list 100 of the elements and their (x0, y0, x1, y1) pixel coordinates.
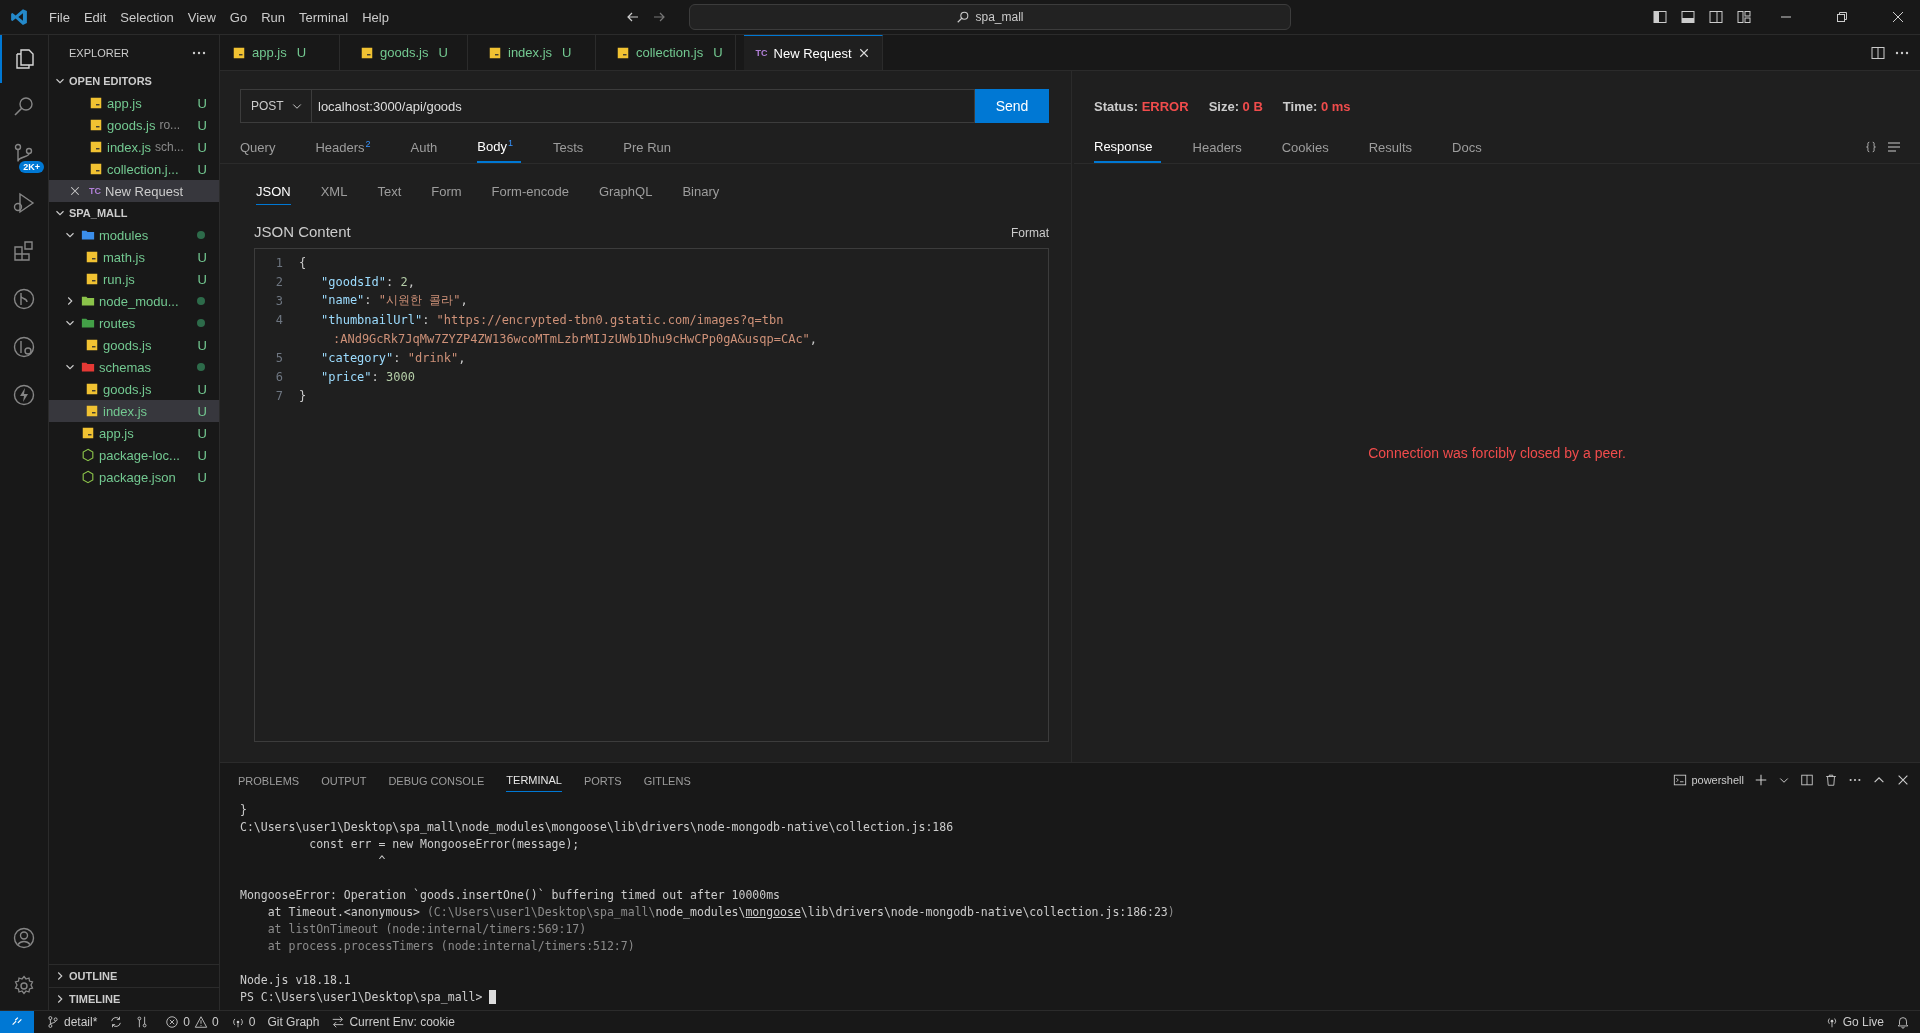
editor-tab[interactable]: collection.js U (604, 35, 736, 70)
menu-item[interactable]: Terminal (292, 9, 356, 25)
layout-icon[interactable] (1736, 9, 1752, 25)
response-tab[interactable]: Response (1094, 131, 1161, 163)
body-type-tab[interactable]: Binary (682, 184, 720, 205)
open-editor-item[interactable]: collection.j... U (49, 158, 219, 180)
branch-status[interactable]: detail* (46, 1015, 98, 1029)
file-name: routes (99, 315, 136, 331)
body-type-tab[interactable]: GraphQL (598, 184, 653, 205)
close-icon[interactable] (1890, 9, 1906, 25)
url-field[interactable]: localhost:3000/api/goods (312, 89, 975, 123)
tree-item[interactable]: math.js U (49, 246, 219, 268)
tree-item[interactable]: package-loc... U (49, 444, 219, 466)
open-editor-item[interactable]: goods.js ro... U (49, 114, 219, 136)
file-name: collection.j... (107, 161, 179, 177)
js-file-icon (85, 382, 99, 396)
panel-tab[interactable]: DEBUG CONSOLE (388, 768, 485, 792)
sidebar-toggle-icon[interactable] (1652, 9, 1668, 25)
git-graph-status[interactable]: Git Graph (267, 1015, 320, 1029)
restore-icon[interactable] (1834, 9, 1850, 25)
close-icon[interactable] (69, 185, 81, 197)
tree-item[interactable]: modules (49, 224, 219, 246)
problems-status[interactable]: 0 0 (165, 1015, 219, 1029)
request-tab[interactable]: Body$^{1}$ (477, 130, 521, 164)
wrap-lines-icon[interactable] (1886, 139, 1902, 155)
close-icon[interactable] (1896, 773, 1910, 787)
request-tab[interactable]: Auth (410, 132, 446, 162)
request-icon: TC (755, 48, 768, 58)
secondary-sidebar-icon[interactable] (1708, 9, 1724, 25)
close-icon[interactable] (857, 47, 870, 59)
tree-item[interactable]: goods.js U (49, 334, 219, 356)
panel-toggle-icon[interactable] (1680, 9, 1696, 25)
file-name: New Request (105, 183, 184, 199)
menu-item[interactable]: Edit (76, 9, 114, 25)
tree-item[interactable]: app.js U (49, 422, 219, 444)
request-tab[interactable]: Pre Run (623, 132, 679, 162)
editor-tab[interactable]: TC New Request (743, 35, 883, 70)
menu-item[interactable]: View (180, 9, 223, 25)
tree-item[interactable]: routes (49, 312, 219, 334)
panel-tab[interactable]: GITLENS (643, 768, 691, 792)
response-tab[interactable]: Cookies (1281, 132, 1337, 162)
environment-status[interactable]: Current Env: cookie (331, 1015, 455, 1029)
tree-item[interactable]: node_modu... (49, 290, 219, 312)
tree-item[interactable]: goods.js U (49, 378, 219, 400)
editor-tab[interactable]: goods.js U (348, 35, 468, 70)
body-type-tab[interactable]: Form (431, 184, 462, 205)
method-dropdown[interactable]: POST (240, 89, 312, 123)
sync-icon[interactable] (109, 1015, 124, 1029)
menu-item[interactable]: Go (222, 9, 255, 25)
split-editor-icon[interactable] (1870, 44, 1886, 61)
file-name: math.js (103, 249, 145, 265)
activity-bar-button[interactable]: 2K+ (0, 131, 48, 179)
editor-tab[interactable]: index.js U (476, 35, 596, 70)
menu-item[interactable]: Help (355, 9, 396, 25)
open-editor-item[interactable]: app.js U (49, 92, 219, 114)
braces-icon[interactable] (1864, 140, 1878, 154)
split-terminal-icon[interactable] (1800, 773, 1814, 787)
ports-status[interactable]: 0 (230, 1015, 256, 1029)
body-type-tab[interactable]: JSON (256, 184, 291, 205)
section-header[interactable]: OUTLINE (49, 964, 219, 987)
tree-item[interactable]: run.js U (49, 268, 219, 290)
send-button[interactable]: Send (975, 89, 1049, 123)
panel-tab[interactable]: PROBLEMS (238, 768, 300, 792)
line-number: 7 (274, 388, 283, 403)
format-link[interactable]: Format (1011, 226, 1049, 240)
section-header[interactable]: SPA_MALL (49, 202, 219, 224)
trash-icon[interactable] (1824, 773, 1838, 787)
command-search-field[interactable]: spa_mall (689, 4, 1291, 30)
panel-tab[interactable]: OUTPUT (321, 768, 367, 792)
menu-item[interactable]: Run (254, 9, 292, 25)
request-tab[interactable]: Headers$^{2}$ (315, 131, 379, 163)
panel-tab[interactable]: TERMINAL (506, 768, 562, 792)
tree-item[interactable]: package.json U (49, 466, 219, 488)
tree-item[interactable]: index.js U (49, 400, 219, 422)
body-type-tab[interactable]: Text (377, 184, 402, 205)
editor-tab[interactable]: app.js U (220, 35, 340, 70)
bell-icon[interactable] (1896, 1015, 1910, 1029)
panel-tab[interactable]: PORTS (583, 768, 622, 792)
file-name: run.js (103, 271, 135, 287)
tree-item[interactable]: schemas (49, 356, 219, 378)
open-editor-item[interactable]: TC New Request (49, 180, 219, 202)
request-tab[interactable]: Query (240, 132, 284, 162)
terminal-selector[interactable]: powershell (1673, 773, 1744, 787)
tab-label: app.js (252, 45, 287, 60)
section-header[interactable]: TIMELINE (49, 987, 219, 1010)
response-tab[interactable]: Headers (1192, 132, 1250, 162)
request-tab[interactable]: Tests (552, 132, 592, 162)
section-header[interactable]: OPEN EDITORS (49, 70, 219, 92)
response-tab[interactable]: Docs (1452, 132, 1490, 162)
plus-icon[interactable] (1754, 773, 1768, 787)
response-tab[interactable]: Results (1368, 132, 1420, 162)
response-stat: Size: 0 B (1208, 98, 1263, 114)
branch-compare-icon[interactable] (135, 1015, 150, 1029)
menu-item[interactable]: Selection (113, 9, 181, 25)
open-editor-item[interactable]: index.js sch... U (49, 136, 219, 158)
menu-item[interactable]: File (42, 9, 77, 25)
body-type-tab[interactable]: XML (320, 184, 348, 205)
body-type-tab[interactable]: Form-encode (491, 184, 569, 205)
go-live-button[interactable]: Go Live (1824, 1015, 1884, 1029)
line-number: 4 (274, 312, 283, 327)
